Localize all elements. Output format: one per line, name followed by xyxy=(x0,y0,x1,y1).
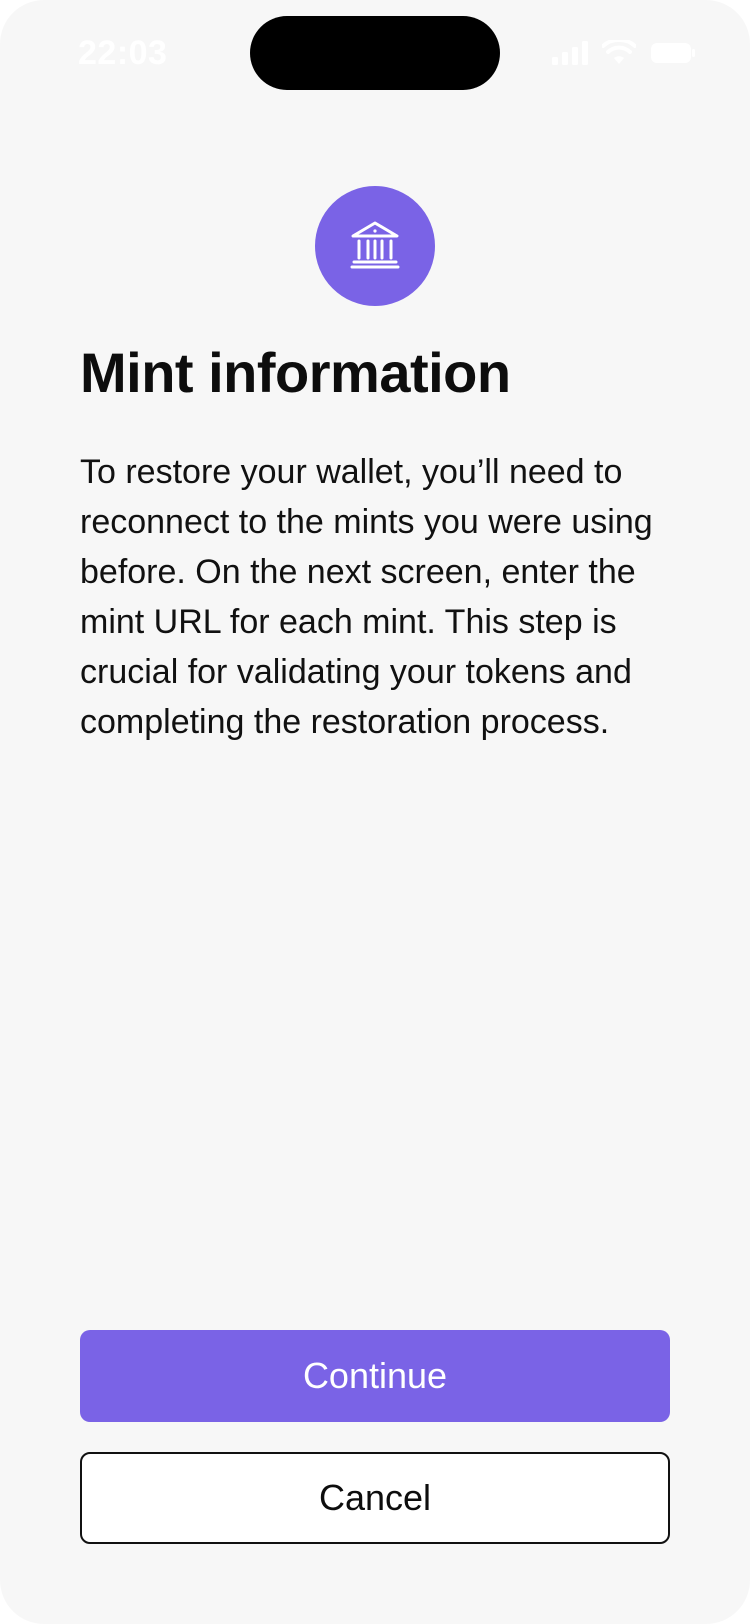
hero-bank-badge xyxy=(315,186,435,306)
page-title: Mint information xyxy=(80,341,511,404)
cellular-signal-icon xyxy=(552,41,588,65)
status-icons xyxy=(552,40,696,66)
battery-icon xyxy=(650,42,696,64)
wifi-icon xyxy=(602,40,636,66)
continue-button[interactable]: Continue xyxy=(80,1330,670,1422)
dynamic-island xyxy=(250,16,500,90)
phone-screen: 22:03 Mint information To restore your w… xyxy=(0,0,750,1624)
bank-icon xyxy=(348,217,402,276)
status-bar: 22:03 xyxy=(0,0,750,110)
page-description: To restore your wallet, you’ll need to r… xyxy=(80,453,653,741)
status-time: 22:03 xyxy=(78,34,168,72)
cancel-button[interactable]: Cancel xyxy=(80,1452,670,1544)
